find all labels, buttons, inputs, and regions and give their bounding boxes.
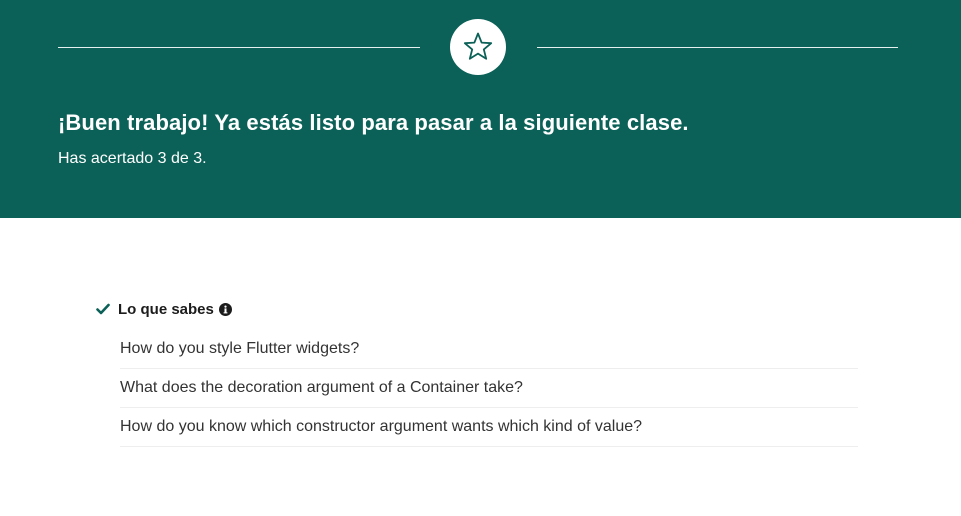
question-list: How do you style Flutter widgets? What d…	[120, 330, 858, 447]
question-item: How do you style Flutter widgets?	[120, 330, 858, 369]
result-banner: ¡Buen trabajo! Ya estás listo para pasar…	[0, 0, 961, 218]
divider-left	[58, 47, 420, 48]
question-item: How do you know which constructor argume…	[120, 408, 858, 447]
known-section-header: Lo que sabes	[96, 298, 858, 320]
divider-right	[537, 47, 898, 48]
score-text: Has acertado 3 de 3.	[58, 150, 207, 167]
star-icon	[463, 32, 493, 60]
info-icon[interactable]	[218, 302, 232, 316]
result-headline: ¡Buen trabajo! Ya estás listo para pasar…	[58, 110, 689, 135]
question-item: What does the decoration argument of a C…	[120, 369, 858, 408]
check-icon	[96, 302, 110, 316]
known-section: Lo que sabes How do you style Flutter wi…	[96, 298, 858, 447]
star-badge	[450, 19, 506, 75]
known-section-title: Lo que sabes	[118, 300, 214, 318]
